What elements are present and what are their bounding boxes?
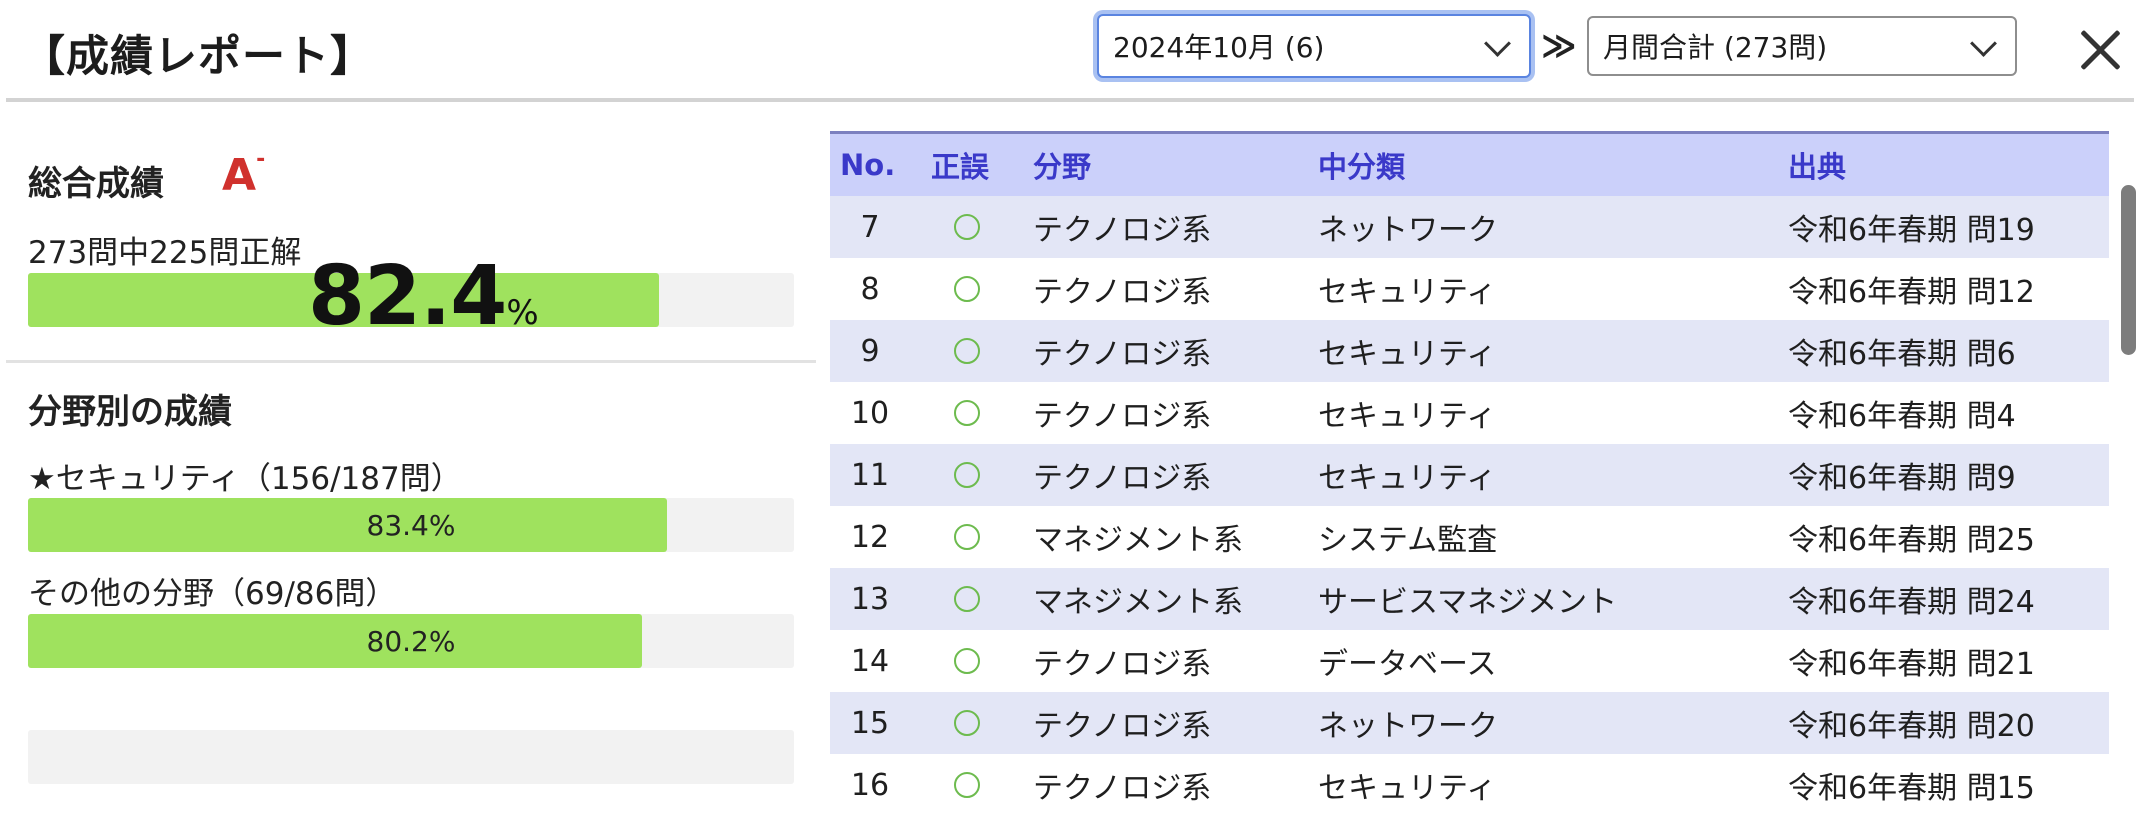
cell-category: ネットワーク bbox=[1318, 213, 1498, 248]
cell-no: 15 bbox=[850, 705, 890, 741]
field-label-other: その他の分野（69/86問） bbox=[28, 576, 397, 612]
table-row[interactable]: 16 テクノロジ系 セキュリティ 令和6年春期 問15 bbox=[830, 754, 2109, 816]
correct-circle-icon bbox=[954, 400, 980, 426]
cell-source: 令和6年春期 問15 bbox=[1788, 771, 2035, 806]
correct-circle-icon bbox=[954, 338, 980, 364]
column-header-field[interactable]: 分野 bbox=[1033, 134, 1091, 196]
column-header-source[interactable]: 出典 bbox=[1788, 134, 1846, 196]
month-select-value: 2024年10月 (6) bbox=[1113, 31, 1325, 64]
cell-no: 14 bbox=[850, 643, 890, 679]
table-row[interactable]: 7 テクノロジ系 ネットワーク 令和6年春期 問19 bbox=[830, 196, 2109, 258]
column-header-no[interactable]: No. bbox=[840, 134, 895, 196]
cell-category: セキュリティ bbox=[1318, 771, 1497, 806]
cell-no: 8 bbox=[860, 271, 880, 307]
results-table: No. 正誤 分野 中分類 出典 7 テクノロジ系 ネットワーク 令和6年春期 問19… bbox=[830, 131, 2109, 816]
cell-source: 令和6年春期 問9 bbox=[1788, 461, 2016, 496]
cell-source: 令和6年春期 問4 bbox=[1788, 399, 2016, 434]
header-divider bbox=[6, 98, 2134, 102]
section-divider bbox=[6, 360, 816, 363]
table-row[interactable]: 11 テクノロジ系 セキュリティ 令和6年春期 問9 bbox=[830, 444, 2109, 506]
page-title: 【成績レポート】 bbox=[22, 32, 374, 82]
overall-heading: 総合成績 bbox=[28, 164, 164, 204]
fields-heading: 分野別の成績 bbox=[28, 392, 232, 432]
chevron-down-icon bbox=[1484, 30, 1511, 57]
close-icon[interactable] bbox=[2076, 26, 2124, 74]
cell-field: マネジメント系 bbox=[1033, 523, 1243, 558]
table-row[interactable]: 14 テクノロジ系 データベース 令和6年春期 問21 bbox=[830, 630, 2109, 692]
cell-field: テクノロジ系 bbox=[1033, 771, 1212, 806]
cell-no: 16 bbox=[850, 767, 890, 803]
correct-circle-icon bbox=[954, 710, 980, 736]
cell-category: セキュリティ bbox=[1318, 337, 1497, 372]
cell-category: サービスマネジメント bbox=[1318, 585, 1618, 620]
cell-source: 令和6年春期 問25 bbox=[1788, 523, 2035, 558]
correct-circle-icon bbox=[954, 586, 980, 612]
cell-category: セキュリティ bbox=[1318, 275, 1497, 310]
scope-select[interactable]: 月間合計 (273問) bbox=[1587, 16, 2017, 76]
correct-circle-icon bbox=[954, 772, 980, 798]
table-header: No. 正誤 分野 中分類 出典 bbox=[830, 131, 2109, 196]
cell-source: 令和6年春期 問24 bbox=[1788, 585, 2035, 620]
column-header-correct[interactable]: 正誤 bbox=[931, 134, 989, 196]
table-row[interactable]: 15 テクノロジ系 ネットワーク 令和6年春期 問20 bbox=[830, 692, 2109, 754]
overall-percent-unit: % bbox=[506, 293, 539, 333]
chevron-down-icon bbox=[1970, 30, 1997, 57]
correct-circle-icon bbox=[954, 462, 980, 488]
field-percent-security: 83.4% bbox=[366, 508, 456, 542]
cell-field: テクノロジ系 bbox=[1033, 647, 1212, 682]
correct-circle-icon bbox=[954, 214, 980, 240]
scope-select-value: 月間合計 (273問) bbox=[1603, 31, 1828, 64]
cell-category: セキュリティ bbox=[1318, 399, 1497, 434]
field-progress-bar-security: 83.4% bbox=[28, 498, 794, 552]
cell-category: ネットワーク bbox=[1318, 709, 1498, 744]
cell-source: 令和6年春期 問20 bbox=[1788, 709, 2035, 744]
cell-no: 10 bbox=[850, 395, 890, 431]
overall-percent-value: 82.4 bbox=[308, 249, 507, 344]
table-row[interactable]: 8 テクノロジ系 セキュリティ 令和6年春期 問12 bbox=[830, 258, 2109, 320]
field-percent-other: 80.2% bbox=[366, 624, 456, 658]
grade-badge: A- bbox=[222, 147, 266, 201]
cell-category: データベース bbox=[1318, 647, 1497, 682]
cell-no: 11 bbox=[850, 457, 890, 493]
cell-source: 令和6年春期 問19 bbox=[1788, 213, 2035, 248]
correct-circle-icon bbox=[954, 648, 980, 674]
cell-field: テクノロジ系 bbox=[1033, 213, 1212, 248]
double-chevron-right-icon: ≫ bbox=[1541, 26, 1577, 66]
cell-category: システム監査 bbox=[1318, 523, 1498, 558]
grade-letter: A bbox=[222, 150, 257, 201]
cell-source: 令和6年春期 問21 bbox=[1788, 647, 2035, 682]
correct-circle-icon bbox=[954, 276, 980, 302]
field-progress-bar-other: 80.2% bbox=[28, 614, 794, 668]
cell-field: テクノロジ系 bbox=[1033, 399, 1212, 434]
overall-summary: 273問中225問正解 bbox=[28, 235, 302, 271]
correct-circle-icon bbox=[954, 524, 980, 550]
scrollbar-thumb[interactable] bbox=[2121, 185, 2136, 355]
field-label-security: ★セキュリティ（156/187問） bbox=[28, 461, 462, 497]
table-row[interactable]: 12 マネジメント系 システム監査 令和6年春期 問25 bbox=[830, 506, 2109, 568]
cell-no: 13 bbox=[850, 581, 890, 617]
cell-no: 7 bbox=[860, 209, 880, 245]
table-body: 7 テクノロジ系 ネットワーク 令和6年春期 問19 8 テクノロジ系 セキュリティ 令和6年… bbox=[830, 196, 2109, 816]
cell-field: マネジメント系 bbox=[1033, 585, 1243, 620]
column-header-category[interactable]: 中分類 bbox=[1318, 134, 1405, 196]
cell-category: セキュリティ bbox=[1318, 461, 1497, 496]
cell-no: 12 bbox=[850, 519, 890, 555]
cell-field: テクノロジ系 bbox=[1033, 461, 1212, 496]
cell-field: テクノロジ系 bbox=[1033, 275, 1212, 310]
month-select[interactable]: 2024年10月 (6) bbox=[1097, 14, 1531, 78]
table-row[interactable]: 9 テクノロジ系 セキュリティ 令和6年春期 問6 bbox=[830, 320, 2109, 382]
cell-field: テクノロジ系 bbox=[1033, 709, 1212, 744]
table-row[interactable]: 13 マネジメント系 サービスマネジメント 令和6年春期 問24 bbox=[830, 568, 2109, 630]
cell-source: 令和6年春期 問6 bbox=[1788, 337, 2016, 372]
table-row[interactable]: 10 テクノロジ系 セキュリティ 令和6年春期 問4 bbox=[830, 382, 2109, 444]
overall-percent: 82.4% bbox=[308, 256, 539, 338]
empty-placeholder-bar bbox=[28, 730, 794, 784]
cell-field: テクノロジ系 bbox=[1033, 337, 1212, 372]
grade-suffix: - bbox=[256, 147, 266, 173]
cell-no: 9 bbox=[860, 333, 880, 369]
cell-source: 令和6年春期 問12 bbox=[1788, 275, 2035, 310]
